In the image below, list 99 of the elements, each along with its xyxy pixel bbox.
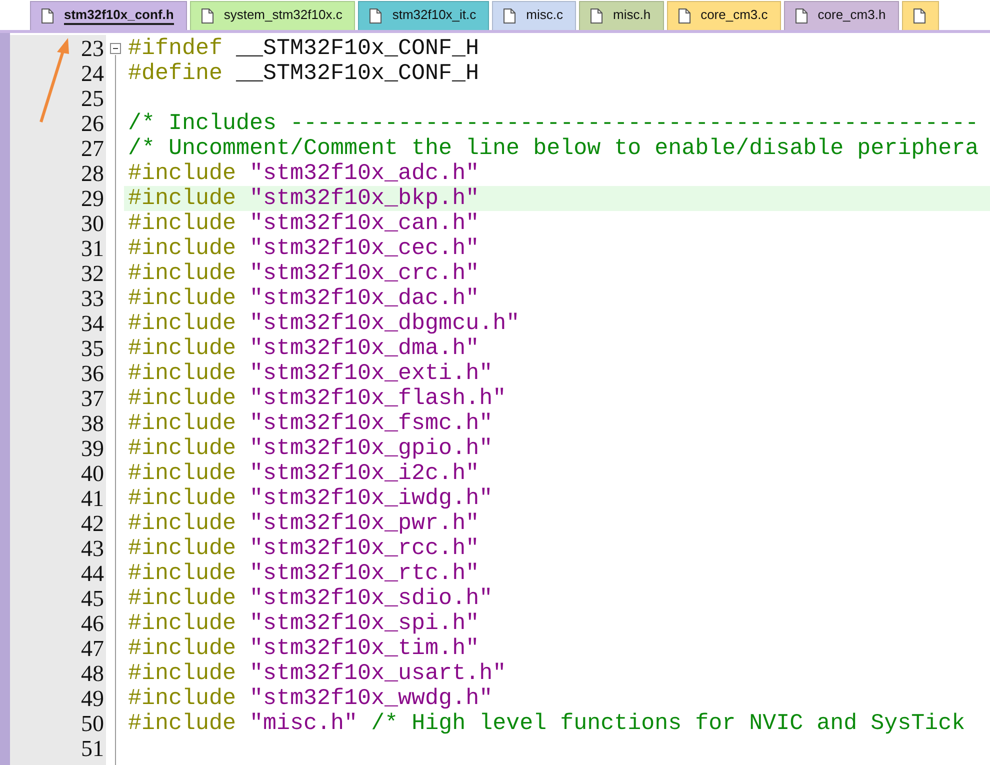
code-token: "stm32f10x_bkp.h" <box>250 185 480 211</box>
code-token: "stm32f10x_can.h" <box>250 210 480 236</box>
file-tab[interactable]: core_cm3.c <box>666 1 781 30</box>
file-icon <box>200 8 214 24</box>
code-token: /* Uncomment/Comment the line below to enable/disable periphera <box>128 135 979 161</box>
line-number: 43 <box>80 536 105 561</box>
file-icon <box>678 8 691 24</box>
code-token: #include <box>128 335 238 361</box>
line-number: 44 <box>80 561 105 586</box>
code-token: #include <box>128 485 238 511</box>
code-token: #include <box>128 710 238 736</box>
line-number: 26 <box>80 111 105 136</box>
line-number: 32 <box>80 261 105 286</box>
code-token: #include <box>128 510 238 536</box>
code-token: #include <box>128 185 238 211</box>
code-token: "stm32f10x_adc.h" <box>250 160 480 186</box>
line-number: 24 <box>80 61 105 86</box>
code-token: "stm32f10x_pwr.h" <box>250 510 480 536</box>
line-number: 36 <box>80 361 105 386</box>
line-number: 35 <box>80 336 105 361</box>
file-tab[interactable]: stm32f10x_conf.h <box>30 1 187 30</box>
file-icon <box>590 8 603 24</box>
line-number: 48 <box>80 661 105 686</box>
code-token: "stm32f10x_flash.h" <box>250 385 506 411</box>
file-tab[interactable]: stm32f10x_it.c <box>358 1 490 30</box>
line-number: 49 <box>80 686 105 711</box>
code-token: #include <box>128 410 238 436</box>
code-token: /* High level functions for NVIC and SysTick <box>370 710 966 736</box>
line-number: 51 <box>80 736 105 761</box>
code-token: #include <box>128 535 238 561</box>
line-number: 25 <box>80 86 105 111</box>
code-token: #include <box>128 360 238 386</box>
code-token: "stm32f10x_crc.h" <box>250 260 480 286</box>
code-token: "stm32f10x_iwdg.h" <box>250 485 493 511</box>
code-token: #include <box>128 460 238 486</box>
code-token: "stm32f10x_gpio.h" <box>250 435 493 461</box>
line-number: 46 <box>80 611 105 636</box>
line-number: 30 <box>80 211 105 236</box>
code-token: #include <box>128 285 238 311</box>
code-token: #include <box>128 660 238 686</box>
line-number: 40 <box>80 461 105 486</box>
code-token: "stm32f10x_dbgmcu.h" <box>250 310 520 336</box>
code-token: "stm32f10x_spi.h" <box>250 610 480 636</box>
code-token: "stm32f10x_rtc.h" <box>250 560 480 586</box>
code-token: #include <box>128 610 238 636</box>
line-number: 31 <box>80 236 105 261</box>
file-tab[interactable]: system_stm32f10x.c <box>190 1 356 30</box>
code-token: /* Includes --------------------------------------------------- <box>128 110 979 136</box>
code-token: "misc.h" <box>250 710 358 736</box>
line-number: 27 <box>80 136 105 161</box>
file-icon <box>41 8 54 24</box>
code-token: __STM32F10x_CONF_H <box>235 35 480 61</box>
line-number: 34 <box>80 311 105 336</box>
code-token: "stm32f10x_tim.h" <box>250 635 480 661</box>
line-number: 37 <box>80 386 105 411</box>
code-token: #include <box>128 310 238 336</box>
code-token: #include <box>128 260 238 286</box>
line-number: 45 <box>80 586 105 611</box>
code-token: "stm32f10x_wwdg.h" <box>250 685 493 711</box>
file-tab[interactable]: core_cm3.h <box>784 1 899 30</box>
line-number: 39 <box>80 436 105 461</box>
code-token: #include <box>128 385 238 411</box>
code-token: "stm32f10x_dma.h" <box>250 335 480 361</box>
code-token: #include <box>128 635 238 661</box>
line-number: 29 <box>80 186 105 211</box>
code-token: #ifndef <box>128 35 223 61</box>
file-icon <box>503 8 516 24</box>
file-icon <box>369 8 382 24</box>
code-token: "stm32f10x_fsmc.h" <box>250 410 493 436</box>
code-token: "stm32f10x_rcc.h" <box>250 535 480 561</box>
code-token: #define <box>128 60 223 86</box>
code-token: #include <box>128 585 238 611</box>
file-icon <box>794 8 808 24</box>
line-number: 33 <box>80 286 105 311</box>
line-number: 42 <box>80 511 105 536</box>
file-tab[interactable]: misc.h <box>579 1 664 30</box>
code-token: "stm32f10x_dac.h" <box>250 285 480 311</box>
code-token: "stm32f10x_sdio.h" <box>250 585 493 611</box>
code-token: #include <box>128 235 238 261</box>
code-token: #include <box>128 210 238 236</box>
fold-toggle-icon[interactable] <box>110 43 120 54</box>
line-number: 41 <box>80 486 105 511</box>
code-token: "stm32f10x_cec.h" <box>250 235 480 261</box>
code-token: "stm32f10x_exti.h" <box>250 360 493 386</box>
code-token: #include <box>128 685 238 711</box>
line-number: 38 <box>80 411 105 436</box>
line-number: 28 <box>80 161 105 186</box>
code-token: #include <box>128 435 238 461</box>
file-tab[interactable] <box>902 1 939 30</box>
line-number: 47 <box>80 636 105 661</box>
code-token: "stm32f10x_usart.h" <box>250 660 506 686</box>
line-number: 23 <box>80 36 105 61</box>
code-token: __STM32F10x_CONF_H <box>235 60 480 86</box>
code-token: "stm32f10x_i2c.h" <box>250 460 480 486</box>
code-token: #include <box>128 160 238 186</box>
code-token: #include <box>128 560 238 586</box>
file-tab[interactable]: misc.c <box>492 1 576 30</box>
file-icon <box>912 8 926 24</box>
line-number: 50 <box>80 711 105 736</box>
